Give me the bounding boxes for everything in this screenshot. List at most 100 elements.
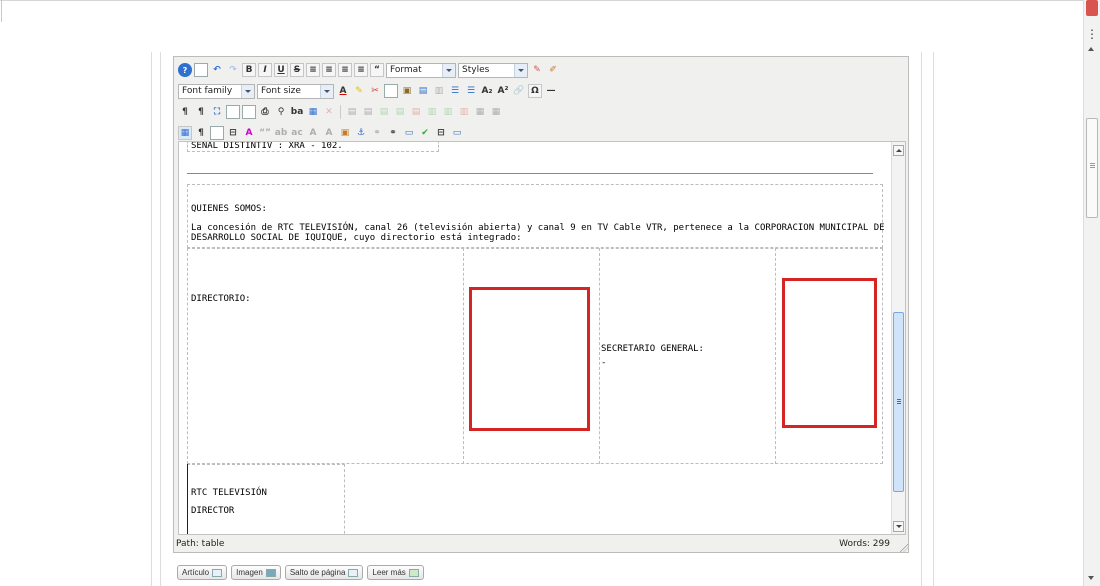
cleanup-brush-icon[interactable]: ✐ [546,63,560,77]
template-icon[interactable] [242,105,256,119]
text-cursor [187,464,188,534]
rich-text-editor: ? ↶ ↷ B I U S ≡ ≡ ≡ ≡ “ Format Styles ✎ … [173,56,909,553]
unlink-icon[interactable]: ⚭ [370,126,384,140]
copy-icon[interactable] [384,84,398,98]
spellcheck-icon[interactable]: ✔ [418,126,432,140]
leer-mas-button[interactable]: Leer más [367,565,424,580]
readmore-icon [408,568,419,577]
scroll-down-button[interactable] [893,521,904,532]
underline-button[interactable]: U [274,63,288,77]
menu-icon[interactable]: ⋮ [1084,24,1100,44]
subscript-icon[interactable]: A₂ [480,84,494,98]
ordered-list-icon[interactable]: ☰ [448,84,462,98]
align-left-icon[interactable]: ≡ [306,63,320,77]
link-icon[interactable]: 🔗 [512,84,526,98]
pagebreak-icon[interactable]: ⊟ [434,126,448,140]
preview-icon[interactable] [226,105,240,119]
salto-label: Salto de página [289,568,346,577]
merge-cells-icon[interactable]: ▦ [489,105,503,119]
bold-button[interactable]: B [242,63,256,77]
font-size-select[interactable]: Font size [257,83,334,99]
scroll-thumb[interactable] [893,312,904,492]
blockquote-icon[interactable]: “ [370,63,384,77]
table-icon[interactable]: ▦ [178,126,192,140]
salto-pagina-button[interactable]: Salto de página [284,565,364,580]
table-cell-props-icon[interactable]: ▤ [361,105,375,119]
horizontal-rule-icon[interactable]: — [544,84,558,98]
paste-icon[interactable]: ▣ [400,84,414,98]
page-scroll-thumb[interactable] [1086,118,1098,218]
font-family-select[interactable]: Font family [178,83,255,99]
font-size-select-value: Font size [261,86,301,96]
replace-icon[interactable]: ba [290,105,304,119]
paste-word-icon[interactable]: ▥ [432,84,446,98]
resize-handle[interactable] [900,544,908,552]
eraser-icon[interactable]: ✎ [530,63,544,77]
scroll-up-button[interactable] [893,145,904,156]
layer-icon[interactable]: ⊟ [226,126,240,140]
header-fragment: SEÑAL DISTINTIV : XRA - 102. [191,141,343,151]
delete-row-icon[interactable]: ▤ [409,105,423,119]
top-divider [0,0,1088,1]
font-family-select-value: Font family [182,86,233,96]
cite-icon[interactable]: “” [258,126,272,140]
styles-select[interactable]: Styles [458,62,528,78]
editor-content[interactable]: SEÑAL DISTINTIV : XRA - 102. QUIENES SOM… [178,141,906,535]
delete-col-icon[interactable]: ▥ [457,105,471,119]
table-row-props-icon[interactable]: ▤ [345,105,359,119]
editor-extra-buttons: Artículo Imagen Salto de página Leer más [177,565,424,580]
insert-row-before-icon[interactable]: ▤ [377,105,391,119]
anchor-icon[interactable]: ⚓ [354,126,368,140]
strikethrough-button[interactable]: S [290,63,304,77]
redo-icon[interactable]: ↷ [226,63,240,77]
articulo-button[interactable]: Artículo [177,565,228,580]
readmore-icon[interactable]: ▭ [450,126,464,140]
insert-col-after-icon[interactable]: ▥ [441,105,455,119]
ins-icon[interactable]: A [322,126,336,140]
new-document-icon[interactable] [194,63,208,77]
style-props-icon[interactable]: A [242,126,256,140]
help-icon[interactable]: ? [178,63,192,77]
insert-row-after-icon[interactable]: ▤ [393,105,407,119]
abbr-icon[interactable]: ab [274,126,288,140]
find-icon[interactable]: ⚲ [274,105,288,119]
show-blocks-icon[interactable]: ¶ [194,126,208,140]
imagen-button[interactable]: Imagen [231,565,281,580]
unordered-list-icon[interactable]: ☰ [464,84,478,98]
page-scrollbar[interactable]: ⋮ [1083,0,1100,586]
special-char-icon[interactable]: Ω [528,84,542,98]
insert-col-before-icon[interactable]: ▥ [425,105,439,119]
highlight-box-right [782,278,877,428]
acronym-icon[interactable]: ac [290,126,304,140]
paste-text-icon[interactable]: ▤ [416,84,430,98]
justify-icon[interactable]: ≡ [354,63,368,77]
align-right-icon[interactable]: ≡ [338,63,352,77]
split-cells-icon[interactable]: ▦ [473,105,487,119]
rtl-icon[interactable]: ¶ [194,105,208,119]
format-select[interactable]: Format [386,62,456,78]
window-button-icon[interactable] [1086,0,1098,16]
remove-format-icon[interactable]: ✕ [322,105,336,119]
highlight-color-icon[interactable]: ✎ [352,84,366,98]
del-icon[interactable]: A [306,126,320,140]
print-icon[interactable]: ⎙ [258,105,272,119]
image-icon [265,568,276,577]
align-center-icon[interactable]: ≡ [322,63,336,77]
superscript-icon[interactable]: A² [496,84,510,98]
scroll-up-button[interactable] [1088,47,1094,51]
editor-scrollbar[interactable] [891,142,905,534]
nonbreaking-icon[interactable]: ⚭ [386,126,400,140]
fullscreen-icon[interactable]: ⛶ [210,105,224,119]
horizontal-rule [187,173,873,174]
italic-button[interactable]: I [258,63,272,77]
text-color-icon[interactable]: A [336,84,350,98]
attribs-icon[interactable]: ▣ [338,126,352,140]
cut-icon[interactable]: ✂ [368,84,382,98]
scroll-down-button[interactable] [1088,576,1094,580]
undo-icon[interactable]: ↶ [210,63,224,77]
toolbar-row-3: ¶ ¶ ⛶ ⎙ ⚲ ba ▦ ✕ ▤ ▤ ▤ ▤ ▤ ▥ ▥ ▥ ▦ ▦ [178,102,503,122]
doc-props-icon[interactable] [210,126,224,140]
ltr-icon[interactable]: ¶ [178,105,192,119]
insert-media-icon[interactable]: ▦ [306,105,320,119]
image-icon[interactable]: ▭ [402,126,416,140]
